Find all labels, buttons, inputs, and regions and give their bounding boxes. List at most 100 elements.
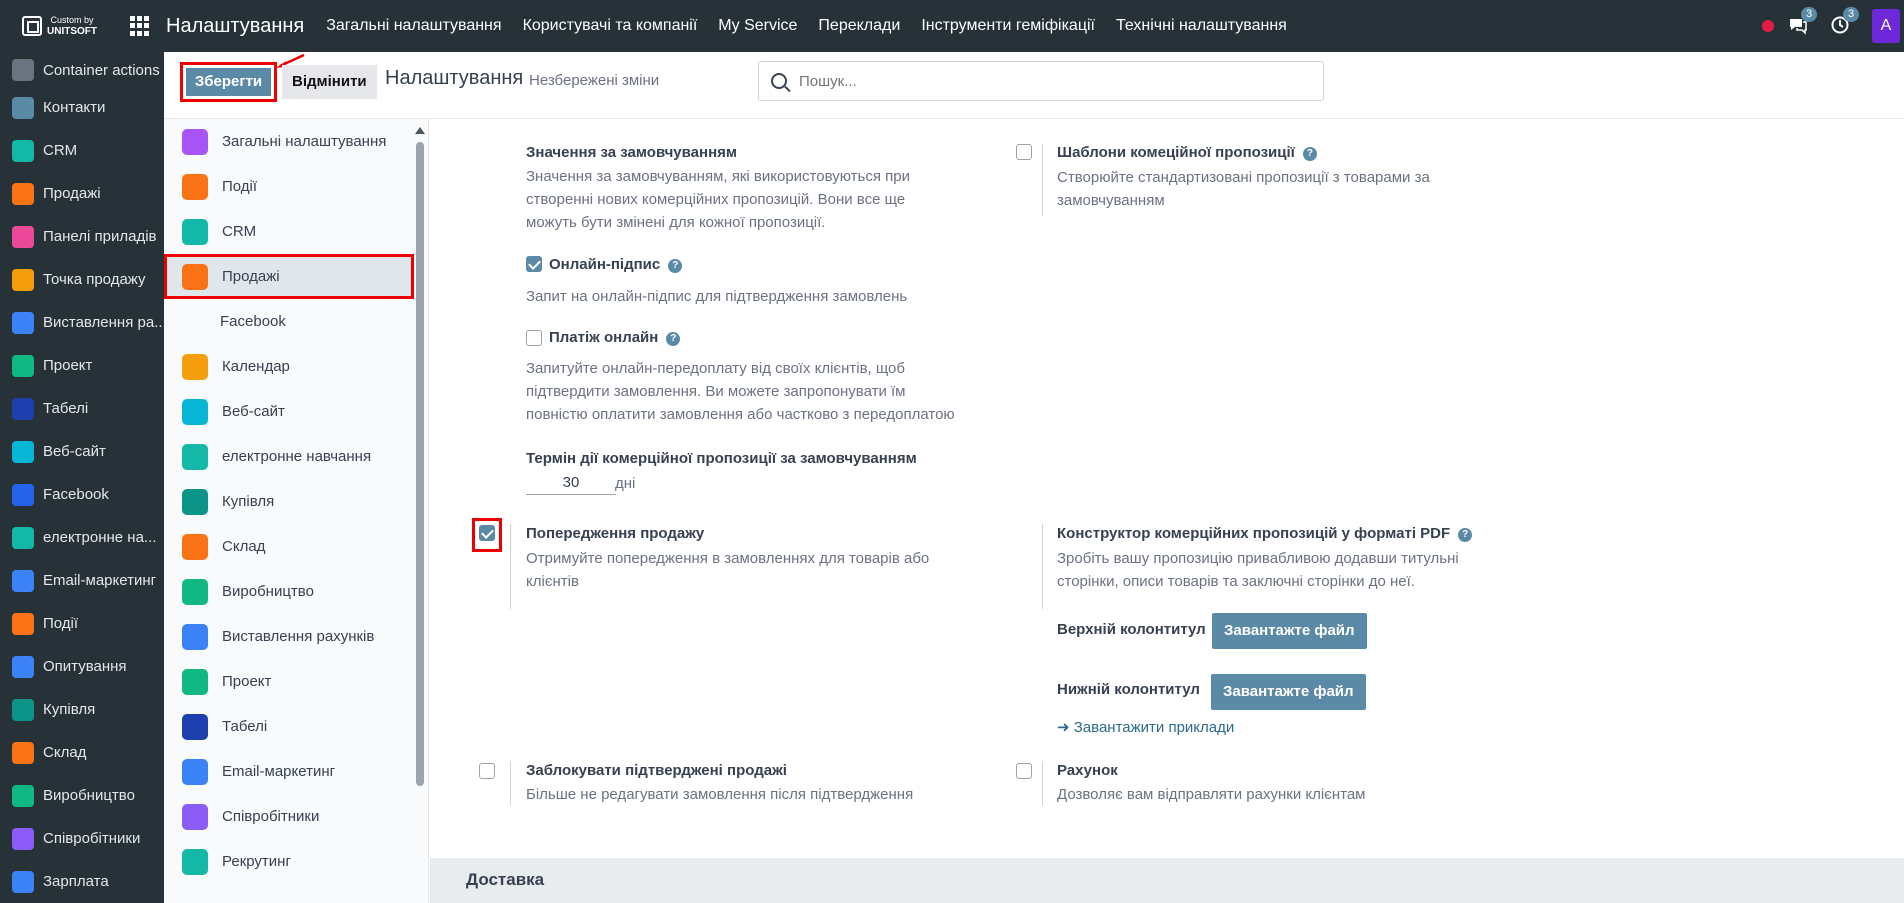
apps-sidebar-item[interactable]: Точка продажу	[0, 258, 164, 301]
apps-sidebar-item[interactable]: електронне на...	[0, 516, 164, 559]
apps-sidebar-item[interactable]: Email-маркетинг	[0, 559, 164, 602]
settings-nav-label: Email-маркетинг	[222, 763, 336, 780]
settings-nav-item[interactable]: Склад	[164, 524, 428, 569]
settings-nav-item[interactable]: Email-маркетинг	[164, 749, 428, 794]
settings-nav-item[interactable]: Загальні налаштування	[164, 119, 428, 164]
employees-icon	[12, 827, 34, 850]
online-payment-checkbox[interactable]	[526, 330, 542, 346]
settings-sidebar: Загальні налаштування Події CRM Продажі Face…	[164, 119, 429, 903]
apps-sidebar-item[interactable]: Проект	[0, 344, 164, 387]
save-button[interactable]: Зберегти	[180, 62, 277, 102]
online-sign-help-icon[interactable]: ?	[668, 259, 683, 273]
lock-confirmed-description: Більше не редагувати замовлення після пі…	[526, 786, 914, 803]
apps-sidebar-item[interactable]: Container actions	[0, 54, 164, 86]
settings-nav-item[interactable]: Facebook	[164, 299, 428, 344]
online-sign-description: Запит на онлайн-підпис для підтвердження…	[526, 288, 908, 305]
quotation-templates-help-icon[interactable]: ?	[1302, 147, 1317, 161]
apps-sidebar-item[interactable]: Склад	[0, 731, 164, 774]
settings-nav-item[interactable]: Співробітники	[164, 794, 428, 839]
apps-sidebar-label: Виставлення ра...	[43, 314, 164, 331]
top-navbar: Custom by UNITSOFT Налаштування Загальні…	[0, 0, 1904, 52]
apps-sidebar-label: Container actions	[43, 61, 160, 79]
menu-translations[interactable]: Переклади	[818, 17, 900, 35]
lock-confirmed-checkbox[interactable]	[479, 763, 495, 779]
pdf-builder-help-icon[interactable]: ?	[1458, 528, 1473, 542]
download-examples-link[interactable]: ➜ Завантажити приклади	[1057, 718, 1234, 736]
online-payment-help-icon[interactable]: ?	[666, 332, 681, 346]
apps-sidebar-item[interactable]: Продажі	[0, 172, 164, 215]
settings-nav-item[interactable]: Події	[164, 164, 428, 209]
chat-icon[interactable]: 3	[1788, 7, 1818, 37]
online-sign-checkbox[interactable]	[526, 256, 542, 272]
pdf-builder-title: Конструктор комерційних пропозицій у фор…	[1057, 525, 1473, 542]
apps-sidebar: Container actions Контакти CRM Продажі Панел…	[0, 52, 164, 903]
brand-logo[interactable]: Custom by UNITSOFT	[0, 0, 122, 52]
pdf-builder-description: Зробіть вашу пропозицію привабливою дода…	[1057, 550, 1459, 590]
apps-sidebar-item[interactable]: Панелі приладів	[0, 215, 164, 258]
purchase-icon	[182, 488, 208, 515]
settings-nav-item[interactable]: Веб-сайт	[164, 389, 428, 434]
defaults-description: Значення за замовчуванням, які використо…	[526, 168, 910, 231]
activity-clock-icon[interactable]: 3	[1830, 7, 1860, 37]
elearning-icon	[182, 443, 208, 470]
apps-sidebar-item[interactable]: Події	[0, 602, 164, 645]
apps-sidebar-item[interactable]: Facebook	[0, 473, 164, 516]
quotation-templates-checkbox[interactable]	[1016, 144, 1032, 160]
purchase-icon	[12, 698, 34, 721]
apps-sidebar-item[interactable]: Виробництво	[0, 774, 164, 817]
apps-sidebar-item[interactable]: Контакти	[0, 86, 164, 129]
systray: 3 3 A	[1762, 0, 1904, 52]
apps-sidebar-label: Склад	[43, 744, 87, 761]
apps-sidebar-item[interactable]: Зарплата	[0, 860, 164, 903]
apps-sidebar-item[interactable]: Опитування	[0, 645, 164, 688]
apps-sidebar-label: Події	[43, 615, 79, 632]
menu-gamification[interactable]: Інструменти геміфікації	[921, 17, 1095, 35]
settings-nav-item[interactable]: Купівля	[164, 479, 428, 524]
footer-upload-button[interactable]: Завантажте файл	[1211, 674, 1366, 710]
settings-nav-item[interactable]: Проект	[164, 659, 428, 704]
apps-sidebar-item[interactable]: Табелі	[0, 387, 164, 430]
search-input[interactable]	[799, 72, 1279, 90]
discard-button[interactable]: Відмінити	[282, 65, 377, 99]
settings-nav-item[interactable]: Табелі	[164, 704, 428, 749]
app-title[interactable]: Налаштування	[166, 15, 304, 38]
sale-warnings-checkbox[interactable]	[479, 525, 495, 541]
chat-badge: 3	[1801, 7, 1818, 22]
invoice-checkbox[interactable]	[1016, 763, 1032, 779]
apps-grid-icon[interactable]	[130, 16, 150, 36]
email-marketing-icon	[182, 758, 208, 785]
user-avatar[interactable]: A	[1872, 9, 1900, 43]
quotation-validity-input[interactable]: 30	[526, 472, 616, 495]
settings-nav-item[interactable]: Календар	[164, 344, 428, 389]
settings-nav-item[interactable]: Продажі	[164, 254, 414, 299]
search-box[interactable]	[758, 61, 1324, 101]
apps-sidebar-label: Співробітники	[43, 830, 141, 847]
apps-sidebar-item[interactable]: Купівля	[0, 688, 164, 731]
menu-general-settings[interactable]: Загальні налаштування	[326, 17, 501, 35]
menu-technical[interactable]: Технічні налаштування	[1116, 17, 1287, 35]
contacts-icon	[12, 96, 34, 119]
apps-sidebar-item[interactable]: CRM	[0, 129, 164, 172]
apps-sidebar-item[interactable]: Веб-сайт	[0, 430, 164, 473]
scroll-thumb[interactable]	[416, 142, 424, 786]
status-dot-icon[interactable]	[1762, 20, 1774, 32]
events-icon	[12, 612, 34, 635]
apps-sidebar-item[interactable]: Співробітники	[0, 817, 164, 860]
menu-users-companies[interactable]: Користувачі та компанії	[523, 17, 698, 35]
settings-nav-item[interactable]: електронне навчання	[164, 434, 428, 479]
project-icon	[182, 668, 208, 695]
settings-nav-item[interactable]: Рекрутинг	[164, 839, 428, 884]
settings-nav-item[interactable]: Виставлення рахунків	[164, 614, 428, 659]
menu-my-service[interactable]: My Service	[718, 17, 797, 35]
settings-nav-item[interactable]: Виробництво	[164, 569, 428, 614]
apps-sidebar-item[interactable]: Виставлення ра...	[0, 301, 164, 344]
header-upload-button[interactable]: Завантажте файл	[1212, 613, 1367, 649]
settings-sidebar-scrollbar[interactable]	[415, 122, 425, 903]
breadcrumb: Налаштування	[385, 67, 524, 89]
settings-nav-label: Веб-сайт	[222, 403, 285, 420]
scroll-up-icon[interactable]	[415, 127, 425, 134]
settings-nav-item[interactable]: CRM	[164, 209, 428, 254]
lock-confirmed-title: Заблокувати підтверджені продажі	[526, 762, 787, 779]
apps-sidebar-label: Опитування	[43, 658, 127, 675]
events-icon	[182, 173, 208, 200]
